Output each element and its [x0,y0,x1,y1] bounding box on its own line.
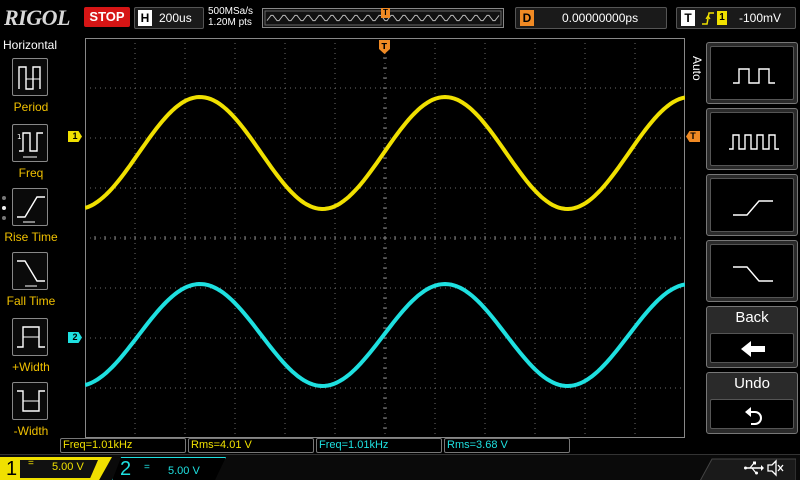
channel-1-offset-marker[interactable]: 1 [68,131,82,142]
rigol-logo: RIGOL [4,5,70,30]
channel-1-number: 1 [6,458,18,480]
delay-value: 0.00000000ps [562,11,639,25]
multi-period-button[interactable] [706,108,798,170]
measure-positive-width-button[interactable]: +Width [0,318,62,382]
undo-button[interactable]: Undo [706,372,798,434]
channel-2-number: 2 [120,458,132,480]
channel-2-offset-marker[interactable]: 2 [68,332,82,343]
menu-title: Auto [690,55,704,81]
measure-positive-width-label: +Width [12,360,50,374]
single-period-button[interactable] [706,42,798,104]
measure-period-button[interactable]: Period [0,58,62,122]
rising-slope-icon [702,12,714,25]
status-bar: RIGOL STOP H 200us 500MSa/s 1.20M pts T … [0,0,800,36]
measure-category-title: Horizontal [2,38,58,52]
undo-label: Undo [734,375,770,392]
measurement-ch1-frequency[interactable]: Freq=1.01kHz [60,438,186,453]
channel-2-waveform [85,282,685,388]
period-icon [12,58,48,96]
negative-width-icon [12,382,48,420]
channel-1-scale: 5.00 V [52,461,84,473]
measurement-ch2-rms[interactable]: Rms=3.68 V [444,438,570,453]
falling-edge-button[interactable] [706,240,798,302]
run-stop-indicator[interactable]: STOP [84,7,130,27]
measurement-ch1-rms[interactable]: Rms=4.01 V [188,438,314,453]
measurement-results: Freq=1.01kHz Rms=4.01 V Freq=1.01kHz Rms… [60,438,700,454]
channel-2-coupling: = [144,462,150,473]
measure-fall-time-button[interactable]: Fall Time [0,252,62,316]
graticule [85,38,685,438]
measure-frequency-button[interactable]: 1 Freq [0,124,62,188]
measurement-ch2-frequency[interactable]: Freq=1.01kHz [316,438,442,453]
measure-negative-width-label: -Width [13,424,49,438]
measure-frequency-label: Freq [18,166,44,180]
acquisition-info: 500MSa/s 1.20M pts [208,6,253,28]
frequency-icon: 1 [12,124,48,162]
undo-icon [745,407,762,425]
back-arrow-icon [741,341,765,357]
memory-depth: 1.20M pts [208,17,252,28]
channel-1-coupling: = [28,458,34,469]
multi-period-wave-icon [729,134,779,150]
fall-time-icon [12,252,48,290]
horizontal-label: H [138,10,152,26]
positive-width-icon [12,318,48,356]
auto-measure-menu: Auto Back Undo [688,38,800,438]
measure-fall-time-label: Fall Time [6,294,56,308]
trigger-level-value: -100mV [739,11,782,25]
back-label: Back [735,309,769,326]
waveform-display[interactable] [85,38,685,438]
trigger-position-arrow-icon: T [379,40,390,54]
svg-text:1: 1 [17,133,21,141]
channel-2-scale: 5.00 V [168,465,200,477]
falling-edge-icon [733,266,773,282]
trigger-label: T [681,10,695,26]
usb-icon [744,461,764,475]
delay-label: D [520,10,534,26]
trigger-source: 1 [717,11,727,25]
measure-period-label: Period [13,100,49,114]
measure-negative-width-button[interactable]: -Width [0,382,62,446]
measure-rise-time-label: Rise Time [4,230,58,244]
trigger-settings[interactable]: T 1 -100mV [676,7,796,29]
trigger-position-marker: T [381,8,390,18]
sample-rate: 500MSa/s [208,6,254,17]
rising-edge-icon [733,200,773,216]
sound-muted-icon[interactable] [766,459,784,477]
channel-bar: 1 = 5.00 V 2 = 5.00 V [0,454,800,480]
rise-time-icon [12,188,48,226]
measure-menu: Horizontal Period 1 Freq Rise Time Fall … [0,36,62,438]
timebase-value: 200us [159,11,192,25]
rising-edge-button[interactable] [706,174,798,236]
horizontal-delay[interactable]: D 0.00000000ps [515,7,667,29]
measure-rise-time-button[interactable]: Rise Time [0,188,62,252]
single-period-wave-icon [733,68,775,84]
horizontal-timebase[interactable]: H 200us [134,7,204,29]
back-button[interactable]: Back [706,306,798,368]
svg-text:T: T [382,42,388,51]
